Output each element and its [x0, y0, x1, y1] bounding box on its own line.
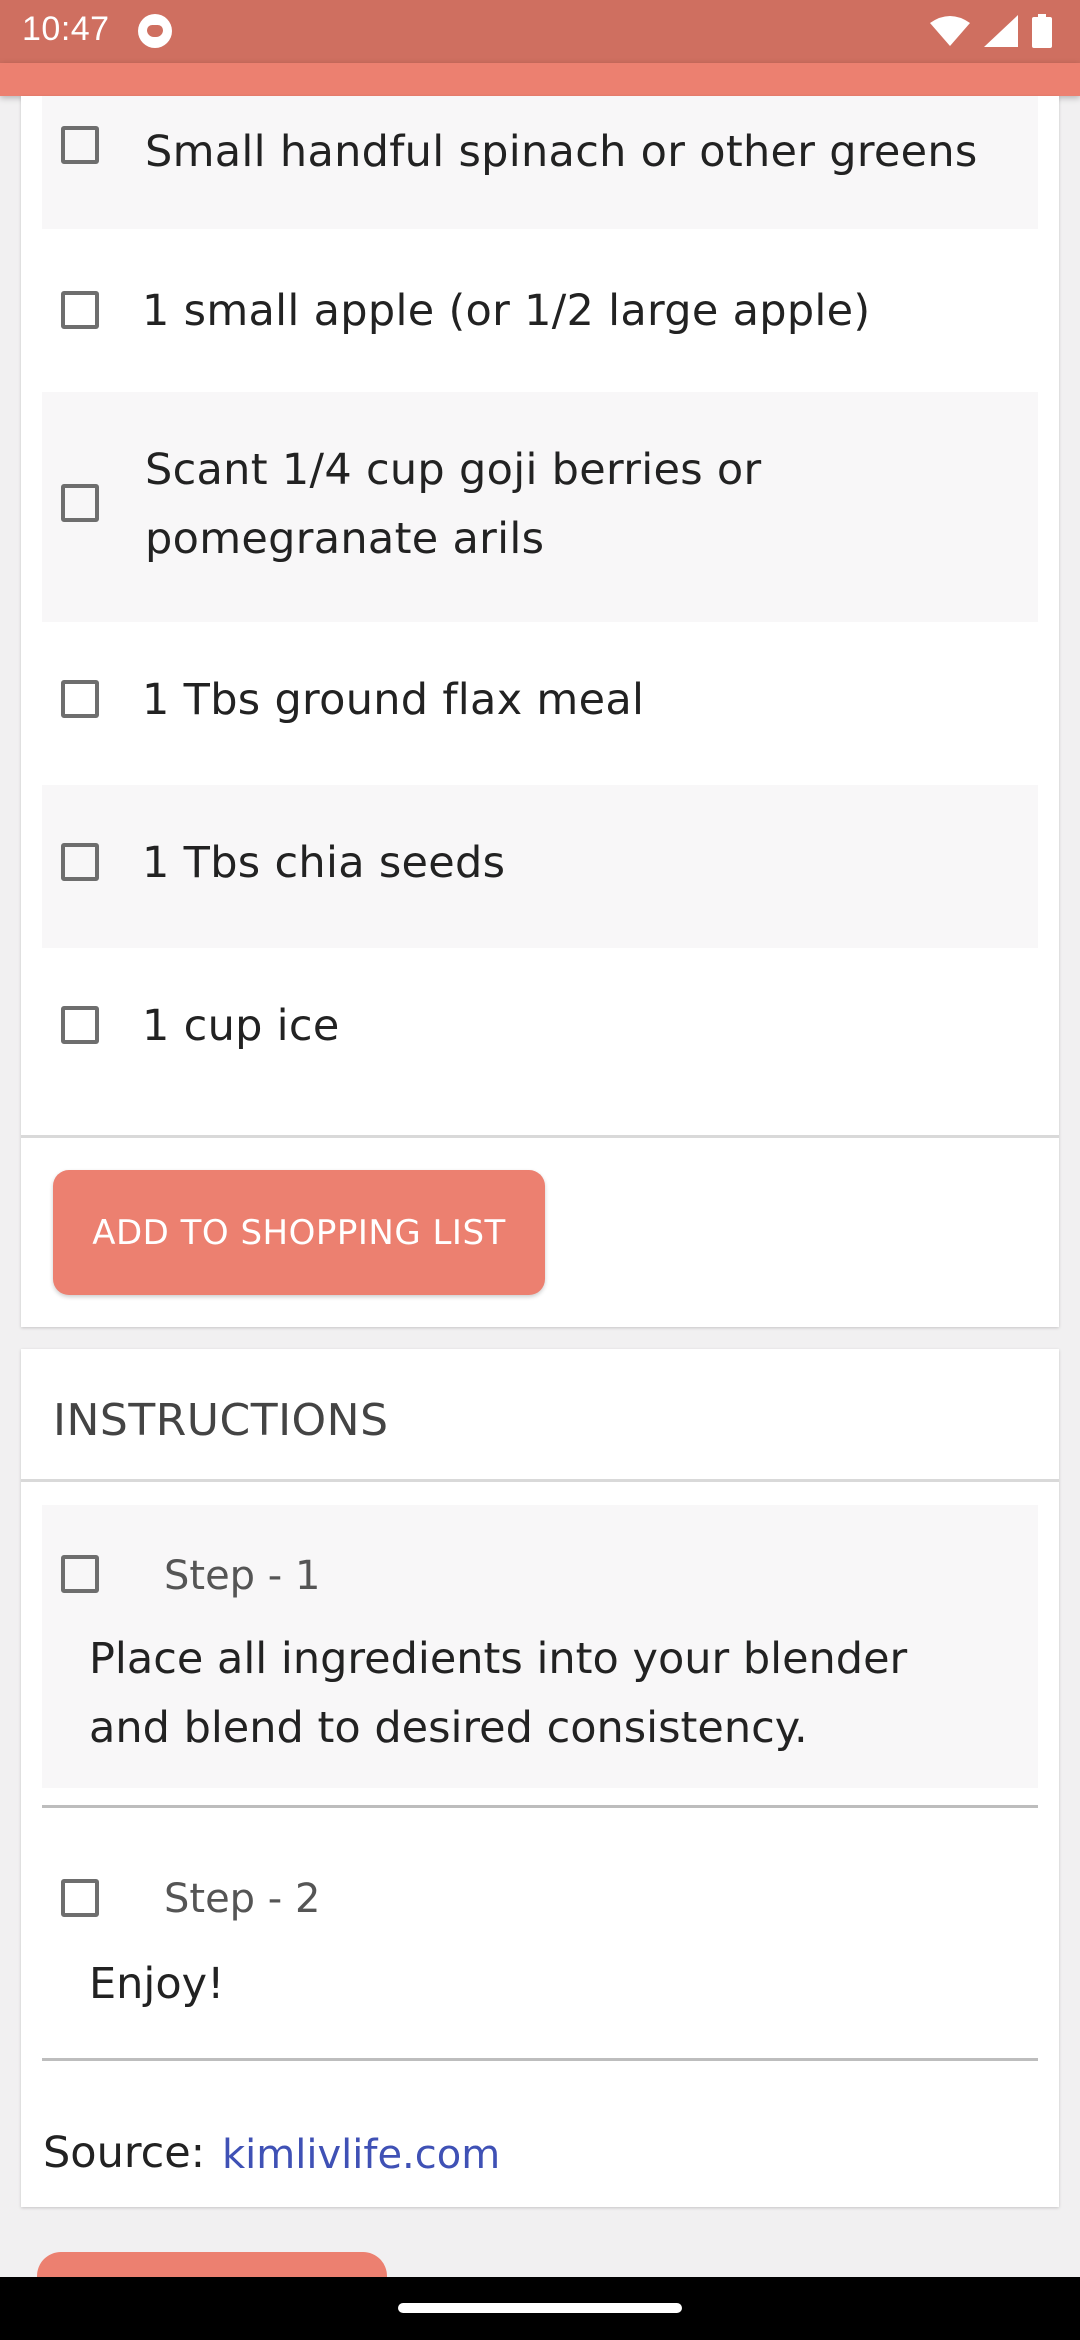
ingredient-row[interactable]: 1 Tbs chia seeds	[42, 785, 1038, 948]
ingredient-checkbox[interactable]	[61, 291, 99, 329]
ingredient-row[interactable]: Scant 1/4 cup goji berries or pomegranat…	[42, 392, 1038, 622]
ingredient-checkbox[interactable]	[61, 484, 99, 522]
app-bar	[0, 63, 1080, 96]
ingredient-checkbox[interactable]	[61, 126, 99, 164]
battery-icon	[1032, 14, 1052, 48]
status-time: 10:47	[22, 10, 110, 48]
ingredient-text: 1 small apple (or 1/2 large apple)	[142, 286, 871, 336]
wifi-icon	[930, 16, 970, 46]
ingredient-checkbox[interactable]	[61, 680, 99, 718]
step-text: Enjoy!	[89, 1959, 225, 2009]
notification-icon	[138, 14, 172, 48]
ingredient-row[interactable]: 1 Tbs ground flax meal	[42, 622, 1038, 785]
instructions-card: Step - 1 Place all ingredients into your…	[21, 1349, 1059, 2207]
navigation-bar	[0, 2277, 1080, 2340]
status-bar: 10:47	[0, 0, 1080, 63]
signal-icon	[984, 15, 1018, 47]
step-label: Step - 1	[164, 1553, 321, 1599]
source-link[interactable]: kimlivlife.com	[222, 2132, 500, 2178]
divider	[21, 1479, 1059, 1482]
ingredients-card: Small handful spinach or other greens 1 …	[21, 96, 1059, 1327]
step-checkbox[interactable]	[61, 1879, 99, 1917]
ingredient-text: Small handful spinach or other greens	[145, 127, 978, 177]
instructions-title: INSTRUCTIONS	[53, 1395, 389, 1446]
home-handle[interactable]	[398, 2303, 682, 2313]
divider	[42, 2058, 1038, 2061]
step-text: Place all ingredients into your blender …	[89, 1634, 908, 1753]
step-row[interactable]: Step - 1 Place all ingredients into your…	[42, 1505, 1038, 1788]
ingredient-text: Scant 1/4 cup goji berries or pomegranat…	[145, 445, 762, 564]
step-checkbox[interactable]	[61, 1555, 99, 1593]
ingredient-checkbox[interactable]	[61, 1006, 99, 1044]
step-label: Step - 2	[164, 1876, 321, 1922]
ingredient-row[interactable]: Small handful spinach or other greens	[42, 96, 1038, 229]
ingredient-row[interactable]: 1 small apple (or 1/2 large apple)	[42, 229, 1038, 392]
divider	[21, 1135, 1059, 1138]
ingredient-text: 1 Tbs ground flax meal	[142, 675, 645, 725]
ingredient-checkbox[interactable]	[61, 843, 99, 881]
source-label: Source:	[43, 2128, 206, 2178]
ingredient-text: 1 cup ice	[142, 1001, 340, 1051]
ingredient-text: 1 Tbs chia seeds	[142, 838, 506, 888]
ingredient-row[interactable]: 1 cup ice	[42, 948, 1038, 1111]
add-to-shopping-list-button[interactable]: ADD TO SHOPPING LIST	[53, 1170, 545, 1295]
step-row[interactable]: Step - 2 Enjoy!	[42, 1808, 1038, 2058]
